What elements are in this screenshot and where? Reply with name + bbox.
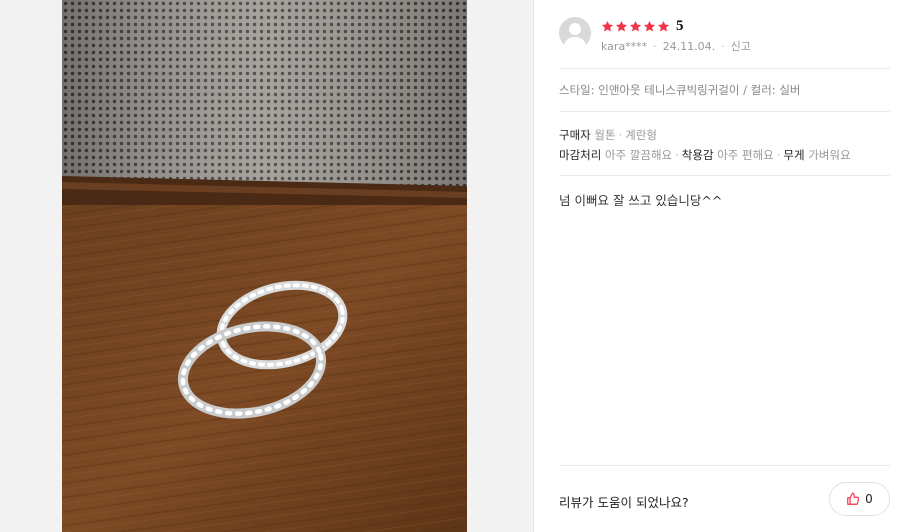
buyer-label: 구매자 xyxy=(559,128,591,142)
review-photo-pane xyxy=(0,0,534,532)
star-icon xyxy=(643,20,656,33)
reviewer-name: kara**** xyxy=(601,39,648,53)
buyer-face-shape: 계란형 xyxy=(625,128,657,142)
review-date: 24.11.04. xyxy=(662,39,716,53)
star-icon xyxy=(657,20,670,33)
finish-value: 아주 깔끔해요 xyxy=(604,148,673,162)
reviewer-header: 5 kara**** · 24.11.04. · 신고 xyxy=(559,17,879,57)
divider xyxy=(559,175,890,176)
review-attributes: 구매자 월톤 · 계란형 마감처리 아주 깔끔해요 · 착용감 아주 편해요 · 무게 가벼… xyxy=(559,125,851,165)
star-rating: 5 xyxy=(601,17,684,35)
review-photo[interactable] xyxy=(62,0,467,532)
divider xyxy=(559,111,890,112)
weight-label: 무게 xyxy=(783,148,805,162)
star-icon xyxy=(601,20,614,33)
like-count: 0 xyxy=(865,492,873,506)
product-attribute-row: 마감처리 아주 깔끔해요 · 착용감 아주 편해요 · 무게 가벼워요 xyxy=(559,148,851,162)
avatar-icon xyxy=(559,17,591,49)
weight-value: 가벼워요 xyxy=(808,148,851,162)
thumbs-up-icon xyxy=(846,492,860,506)
helpful-question: 리뷰가 도움이 되었나요? xyxy=(559,495,689,510)
rating-score: 5 xyxy=(676,17,684,34)
review-body: 넘 이뻐요 잘 쓰고 있습니당^^ xyxy=(559,193,723,208)
divider xyxy=(559,465,890,466)
review-detail-pane: 5 kara**** · 24.11.04. · 신고 스타일: 인앤아웃 테니… xyxy=(535,0,911,532)
meta-separator: · xyxy=(721,39,725,53)
divider xyxy=(559,68,890,69)
comfort-label: 착용감 xyxy=(681,148,714,162)
comfort-value: 아주 편해요 xyxy=(717,148,774,162)
buyer-attribute-row: 구매자 월톤 · 계란형 xyxy=(559,128,657,142)
meta-separator: · xyxy=(653,39,657,53)
report-link[interactable]: 신고 xyxy=(731,38,751,54)
review-meta: kara**** · 24.11.04. · 신고 xyxy=(601,38,751,54)
star-icon xyxy=(629,20,642,33)
purchase-option: 스타일: 인앤아웃 테니스큐빅링귀걸이 / 컬러: 실버 xyxy=(559,83,801,97)
like-button[interactable]: 0 xyxy=(829,482,890,516)
finish-label: 마감처리 xyxy=(559,148,602,162)
buyer-skin-tone: 월톤 xyxy=(594,128,616,142)
star-icon xyxy=(615,20,628,33)
